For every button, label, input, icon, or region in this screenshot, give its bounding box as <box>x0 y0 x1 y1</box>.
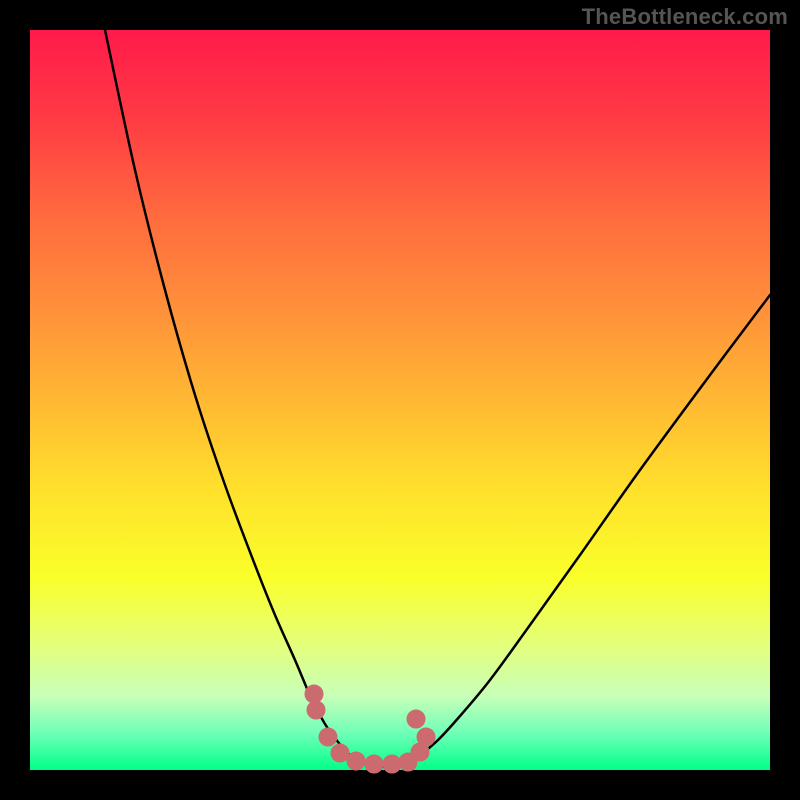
chart-canvas: TheBottleneck.com <box>0 0 800 800</box>
watermark-text: TheBottleneck.com <box>582 4 788 30</box>
plot-gradient <box>30 30 770 770</box>
